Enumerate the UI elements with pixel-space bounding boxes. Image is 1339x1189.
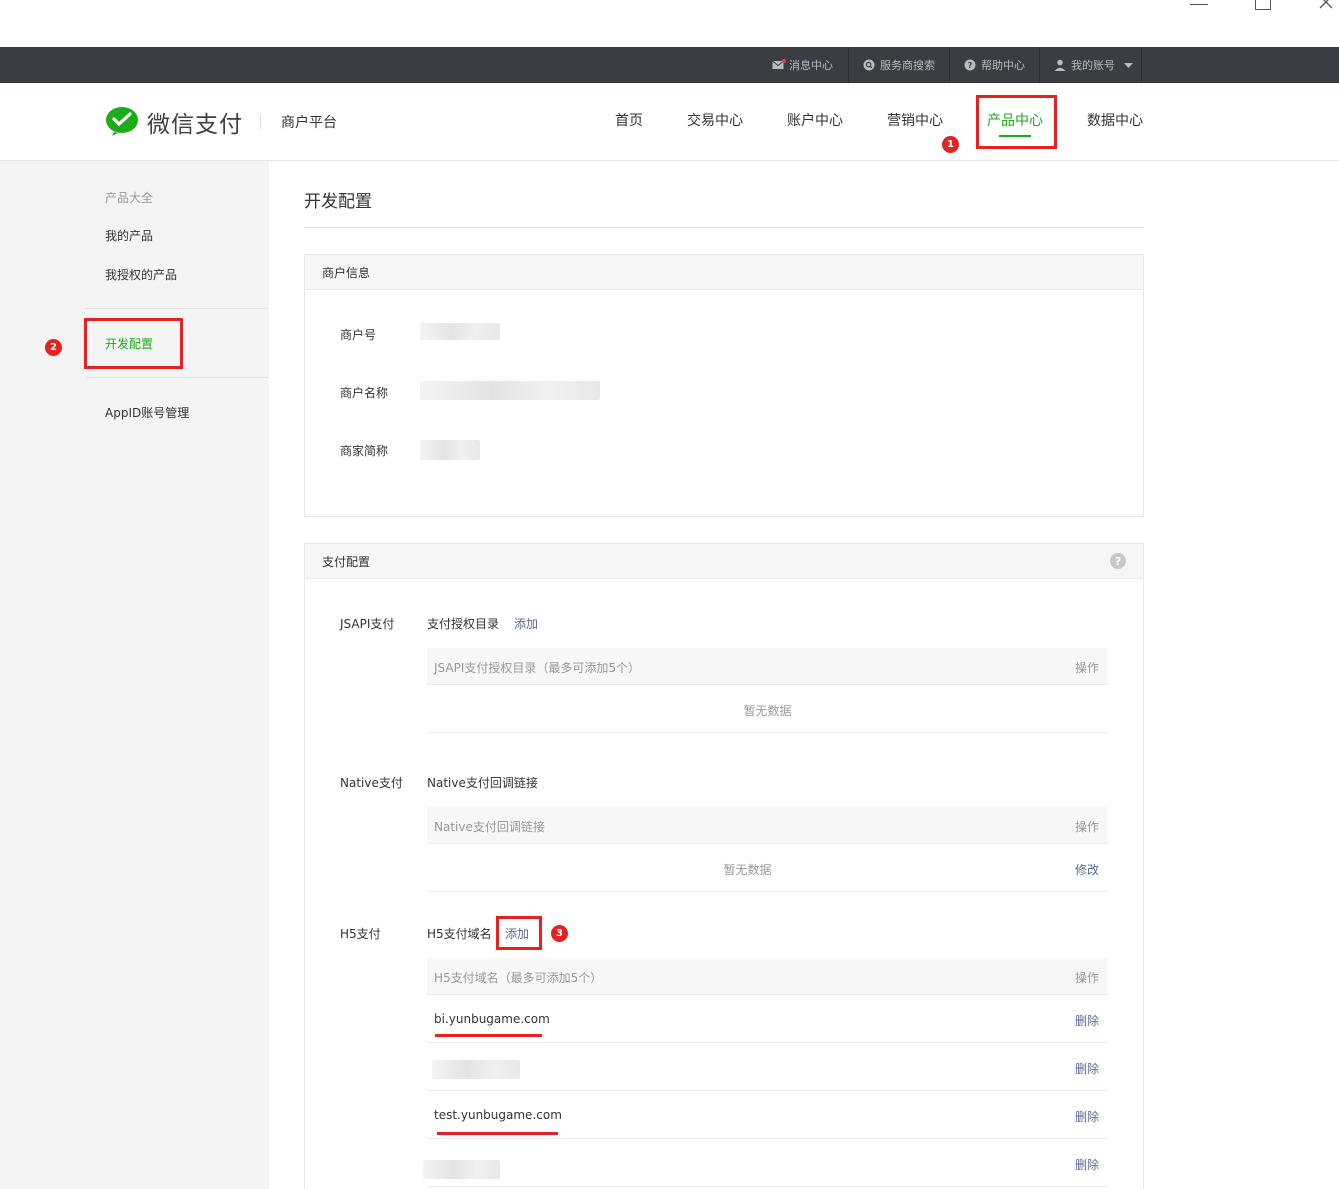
merchant-name-label: 商户名称 [340,386,389,400]
h5-label: H5支付 [340,927,381,941]
divider [848,47,849,83]
redacted-domain [432,1060,520,1079]
annotation-marker-2: 2 [45,339,62,356]
help-icon[interactable]: ? [1110,553,1126,569]
page-title: 开发配置 [304,192,372,212]
sidebar-item-appid-management[interactable]: AppID账号管理 [105,404,189,421]
jsapi-add-link[interactable]: 添加 [514,615,538,632]
panel-title: 商户信息 [305,255,1143,290]
redacted-merchant-name [420,381,600,400]
column-header: Native支付回调链接 [434,820,545,834]
delete-link[interactable]: 删除 [1075,1060,1099,1077]
mail-icon [772,59,786,71]
h5-domain-label: H5支付域名 [427,927,492,941]
topbar-message-center[interactable]: 消息中心 [772,47,833,83]
redacted-merchant-short-name [420,440,480,460]
panel-title: 支付配置 [305,544,1143,579]
native-label: Native支付 [340,776,403,790]
svg-text:?: ? [968,61,973,70]
minimize-icon[interactable] [1180,0,1220,14]
empty-state: 暂无数据 [743,704,792,718]
divider [260,115,261,129]
native-table-header: Native支付回调链接 操作 [427,807,1108,844]
divider [949,47,950,83]
column-header: 操作 [1074,661,1099,675]
annotation-marker-3: 3 [551,925,568,942]
nav-home[interactable]: 首页 [615,110,643,130]
topbar-label: 消息中心 [789,59,833,72]
annotation-underline [437,1132,558,1135]
chevron-down-icon [1124,59,1133,72]
topbar-help-center[interactable]: ? 帮助中心 [964,47,1025,83]
user-icon [1054,59,1066,71]
column-header: 操作 [1074,820,1099,834]
divider [85,377,269,378]
domain-value: test.yunbugame.com [434,1108,562,1122]
table-row: 暂无数据 [427,685,1108,733]
sidebar-group-title: 产品大全 [105,191,154,205]
top-utility-bar: 消息中心 服务商搜索 ? 帮助中心 我的账号 [0,47,1339,83]
topbar-label: 我的账号 [1071,59,1115,72]
annotation-box-h5-add [496,916,542,950]
delete-link[interactable]: 删除 [1075,1108,1099,1125]
topbar-label: 帮助中心 [981,59,1025,72]
column-header: H5支付域名（最多可添加5个） [434,971,603,985]
divider [304,227,1144,228]
delete-link[interactable]: 删除 [1075,1156,1099,1173]
nav-marketing-center[interactable]: 营销中心 [887,110,943,130]
wechat-pay-icon [105,106,139,139]
platform-name: 商户平台 [281,115,337,131]
divider [1039,47,1040,83]
brand-name: 微信支付 [147,112,243,138]
brand-logo[interactable]: 微信支付 [105,105,243,139]
redacted-merchant-id [420,323,500,340]
merchant-id-label: 商户号 [340,328,377,342]
table-row: 删除 [427,1139,1108,1187]
delete-link[interactable]: 删除 [1075,1012,1099,1029]
merchant-short-name-label: 商家简称 [340,444,389,458]
column-header: JSAPI支付授权目录（最多可添加5个） [434,661,640,675]
empty-state: 暂无数据 [723,863,772,877]
maximize-icon[interactable] [1244,0,1284,14]
sidebar-item-authorized-products[interactable]: 我授权的产品 [105,266,177,283]
topbar-provider-search[interactable]: 服务商搜索 [863,47,935,83]
nav-account-center[interactable]: 账户中心 [787,110,843,130]
jsapi-label: JSAPI支付 [340,617,395,631]
divider [1141,47,1142,83]
divider [85,308,269,309]
topbar-my-account[interactable]: 我的账号 [1054,47,1133,83]
table-row: 暂无数据 修改 [427,844,1108,892]
close-icon[interactable] [1310,0,1339,14]
window-titlebar [0,0,1339,47]
annotation-box-dev-config [84,318,183,369]
nav-data-center[interactable]: 数据中心 [1087,110,1143,130]
column-header: 操作 [1074,971,1099,985]
sidebar-item-my-products[interactable]: 我的产品 [105,227,153,244]
annotation-marker-1: 1 [942,136,959,153]
jsapi-table-header: JSAPI支付授权目录（最多可添加5个） 操作 [427,648,1108,685]
main-header: 微信支付 商户平台 首页 交易中心 账户中心 营销中心 产品中心 数据中心 [0,83,1339,161]
annotation-box-product-center [976,95,1057,149]
help-icon: ? [964,59,976,71]
domain-value: bi.yunbugame.com [434,1012,550,1026]
annotation-underline [435,1034,542,1037]
redacted-domain [423,1160,500,1179]
jsapi-auth-dir-label: 支付授权目录 [427,617,500,631]
sidebar: 产品大全 我的产品 我授权的产品 开发配置 AppID账号管理 [0,161,269,1189]
table-row: 删除 [427,1043,1108,1091]
nav-trade-center[interactable]: 交易中心 [687,110,743,130]
native-callback-label: Native支付回调链接 [427,776,538,790]
topbar-label: 服务商搜索 [880,59,935,72]
search-circle-icon [863,59,875,71]
edit-link[interactable]: 修改 [1075,861,1099,878]
h5-table-header: H5支付域名（最多可添加5个） 操作 [427,958,1108,995]
